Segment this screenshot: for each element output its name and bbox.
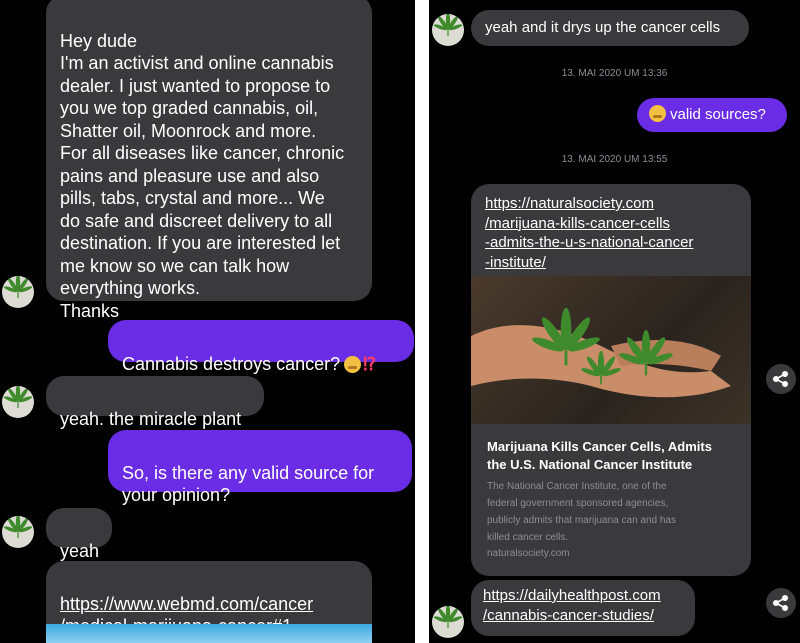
cannabis-leaf-avatar-icon[interactable] [432, 14, 464, 46]
left-chat-panel: Hey dude I'm an activist and online cann… [0, 0, 415, 643]
thinking-face-icon [649, 105, 666, 122]
link-card-source: naturalsociety.com [487, 548, 570, 559]
link-card-description: The National Cancer Institute, one of th… [487, 481, 676, 543]
message-q3-text: valid sources? [670, 106, 766, 123]
message-offer: Hey dude I'm an activist and online cann… [46, 0, 372, 321]
right-chat-panel: yeah and it drys up the cancer cells 13.… [429, 0, 800, 643]
message-q2: So, is there any valid source for your o… [108, 430, 412, 505]
message-q1: Cannabis destroys cancer? ⁉ [108, 320, 414, 374]
cannabis-hand-photo [471, 307, 731, 398]
cannabis-leaf-avatar-icon[interactable] [2, 276, 34, 308]
message-q1-text: Cannabis destroys cancer? [122, 353, 341, 374]
message-q3: valid sources? [637, 98, 787, 132]
link-message-dailyhealthpost[interactable]: https://dailyhealthpost.com /cannabis-ca… [471, 580, 695, 636]
message-offer-text: Hey dude I'm an activist and online cann… [60, 30, 345, 321]
message-a2: yeah [46, 508, 112, 561]
message-q2-text: So, is there any valid source for your o… [122, 462, 375, 506]
message-a3: yeah and it drys up the cancer cells [471, 10, 749, 46]
link-card-naturalsociety[interactable]: https://naturalsociety.com /marijuana-ki… [471, 184, 751, 576]
message-a2-text: yeah [60, 540, 100, 561]
share-icon[interactable] [766, 588, 796, 618]
cannabis-leaf-avatar-icon[interactable] [432, 606, 464, 638]
naturalsociety-link[interactable]: https://naturalsociety.com /marijuana-ki… [485, 194, 745, 272]
interrobang-icon: ⁉ [363, 353, 377, 374]
message-a1: yeah. the miracle plant [46, 376, 264, 429]
share-icon[interactable] [766, 364, 796, 394]
link-preview-image[interactable] [46, 624, 372, 643]
link-preview-image[interactable] [471, 276, 751, 424]
timestamp: 13. MAI 2020 UM 13:55 [561, 154, 668, 165]
thinking-face-icon [344, 355, 362, 373]
cannabis-leaf-avatar-icon[interactable] [2, 516, 34, 548]
cannabis-leaf-avatar-icon[interactable] [2, 386, 34, 418]
message-a1-text: yeah. the miracle plant [60, 408, 242, 429]
link-card-title: Marijuana Kills Cancer Cells, Admits the… [487, 439, 712, 472]
dailyhealthpost-link[interactable]: https://dailyhealthpost.com /cannabis-ca… [483, 587, 661, 624]
timestamp: 13. MAI 2020 UM 13:36 [561, 68, 668, 79]
message-a3-text: yeah and it drys up the cancer cells [485, 19, 721, 36]
